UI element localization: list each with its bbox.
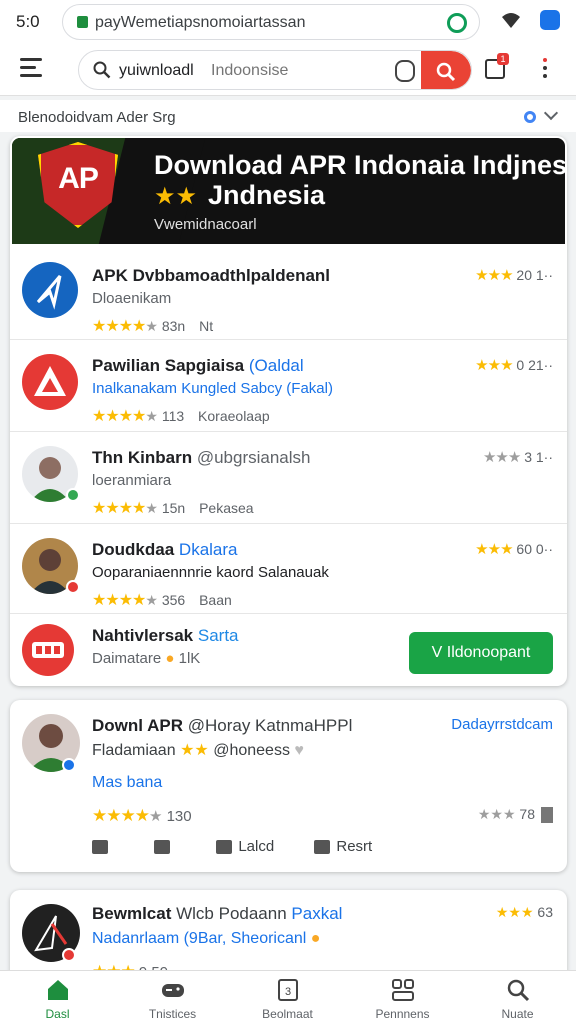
status-time: 5:0 <box>16 12 40 31</box>
app-list-card: AP Download APR Indonaia Indjnesia ★★ Jn… <box>10 136 567 686</box>
gamepad-icon <box>161 984 184 997</box>
microphone-icon[interactable] <box>395 60 415 82</box>
address-bar[interactable]: payWemetiapsnomoiartassan <box>62 4 480 40</box>
post-card[interactable]: Downl APR @Horay KatnmaHPPl Dadayrrstdca… <box>10 700 567 872</box>
app-name: Doudkdaa Dkalara <box>92 540 238 559</box>
share-icon <box>92 840 108 855</box>
verified-badge <box>66 488 80 502</box>
post-actions: Lalcd Resrt <box>92 838 562 855</box>
app-icon <box>22 624 74 676</box>
app-name: Thn Kinbarn @ubgrsianalsh <box>92 448 311 467</box>
app-status-icon <box>540 10 560 30</box>
post-rating: ★★★ 78 <box>478 806 553 824</box>
app-name: APK Dvbbamoadthlpaldenanl <box>92 266 331 285</box>
verified-badge <box>62 758 76 772</box>
forward-icon <box>216 840 233 855</box>
app-icon <box>22 354 78 410</box>
banner-stars: ★★ <box>154 183 198 210</box>
app-name: Pawilian Sapgiaisa (Oaldal <box>92 356 304 375</box>
tabs-badge: 1 <box>497 53 509 65</box>
post-subtitle: Nadanrlaam (9Bar, Sheoricanl ● <box>92 930 321 947</box>
post-link[interactable]: Dadayrrstdcam <box>451 716 553 733</box>
section-header: Blenodoidvam Ader Srg <box>0 100 576 132</box>
chevron-down-icon[interactable] <box>543 105 559 121</box>
info-icon[interactable] <box>524 111 536 123</box>
app-meta: ★★★★★ 83n Nt <box>92 318 214 335</box>
bookmark-icon: 3 <box>277 979 298 1001</box>
promo-banner[interactable]: AP Download APR Indonaia Indjnesia ★★ Jn… <box>12 138 565 244</box>
app-meta: ★★★★★ 113 Koraeolaap <box>92 408 270 425</box>
nav-home[interactable]: Dasl <box>0 971 115 1024</box>
home-icon <box>47 980 68 1000</box>
app-rating: ★★★ 20 1·· <box>475 267 553 284</box>
banner-title-line2: Jndnesia <box>208 180 326 210</box>
search-go-icon <box>436 62 456 82</box>
list-item[interactable]: Doudkdaa Dkalara Ooparaniaennnrie kaord … <box>10 524 567 614</box>
post-link-text[interactable]: Mas bana <box>92 774 162 792</box>
app-name: Nahtivlersak Sarta <box>92 626 239 645</box>
app-icon <box>22 262 78 318</box>
live-badge <box>62 948 76 962</box>
post-meta: ★★★★★ 130 <box>92 806 192 825</box>
section-title: Blenodoidvam Ader Srg <box>18 109 176 126</box>
lock-icon <box>77 16 88 28</box>
list-item[interactable]: Pawilian Sapgiaisa (Oaldal Inalkanakam K… <box>10 340 567 432</box>
post-title: Bewmlcat Wlcb Podaann Paxkal <box>92 904 343 923</box>
app-developer: Inalkanakam Kungled Sabcy (Fakal) <box>92 380 333 397</box>
live-badge <box>66 580 80 594</box>
nav-games[interactable]: Tnistices <box>115 971 230 1024</box>
share-button[interactable] <box>92 838 114 855</box>
nav-bookmarks[interactable]: 3 Beolmaat <box>230 971 345 1024</box>
apps-icon <box>391 979 414 1001</box>
post-subtitle: Fladamiaan ★★ @honeess ♥ <box>92 742 304 759</box>
list-item[interactable]: Nahtivlersak Sarta Daimatare ● 1lK V Ild… <box>10 614 567 686</box>
apk-logo-text: AP <box>58 162 99 195</box>
nav-apps[interactable]: Pennnens <box>345 971 460 1024</box>
comment-icon <box>314 840 331 855</box>
search-input[interactable]: yuiwnloadl <box>119 62 194 80</box>
thumbs-up-icon <box>154 840 171 855</box>
banner-title: Download APR Indonaia Indjnesia <box>154 150 565 180</box>
address-text: payWemetiapsnomoiartassan <box>95 14 306 31</box>
flag-icon[interactable] <box>541 807 553 824</box>
list-item[interactable]: Thn Kinbarn @ubgrsianalsh loeranmiara ★★… <box>10 432 567 524</box>
post-rating: ★★★ 63 <box>495 904 553 920</box>
rating-stars: ★★★★ <box>92 318 146 335</box>
search-suggestion: Indoonsise <box>211 62 289 79</box>
app-developer: loeranmiara <box>92 472 172 489</box>
app-developer: Daimatare ● 1lK <box>92 650 201 667</box>
nav-search[interactable]: Nuate <box>460 971 575 1024</box>
app-developer: Ooparaniaennnrie kaord Salanauak <box>92 564 329 581</box>
banner-subtitle: Vwemidnacoarl <box>154 216 257 233</box>
post-title: Downl APR @Horay KatnmaHPPl <box>92 716 353 735</box>
menu-button[interactable] <box>20 58 44 80</box>
wifi-icon <box>502 13 520 28</box>
install-button[interactable]: V Ildonoopant <box>409 632 553 674</box>
app-rating: ★★★ 0 21·· <box>475 357 553 374</box>
search-box[interactable]: yuiwnloadl Indoonsise <box>78 50 472 90</box>
comment-button[interactable]: Resrt <box>314 838 372 855</box>
review-count: 83n <box>161 318 186 334</box>
app-extra: Nt <box>199 318 214 334</box>
search-icon <box>93 61 111 79</box>
search-icon <box>507 979 529 1002</box>
search-bar: yuiwnloadl Indoonsise 1 <box>0 44 576 96</box>
svg-text:3: 3 <box>284 986 290 998</box>
like-button[interactable] <box>154 838 176 855</box>
app-rating: ★★★ 60 0·· <box>475 541 553 558</box>
list-item[interactable]: APK Dvbbamoadthlpaldenanl Dloaenikam ★★★… <box>10 244 567 340</box>
app-developer: Dloaenikam <box>92 290 172 307</box>
app-rating: ★★★ 3 1·· <box>482 449 553 466</box>
status-bar: 5:0 payWemetiapsnomoiartassan <box>0 0 576 44</box>
bottom-navigation: Dasl Tnistices 3 Beolmaat Pennnens Nuate <box>0 970 576 1024</box>
more-options-icon[interactable] <box>538 58 552 82</box>
app-meta: ★★★★★ 15n Pekasea <box>92 500 254 517</box>
site-settings-icon[interactable] <box>447 13 467 33</box>
forward-button[interactable]: Lalcd <box>216 838 274 855</box>
search-submit-button[interactable] <box>421 51 471 89</box>
app-meta: ★★★★★ 356 Baan <box>92 592 232 609</box>
